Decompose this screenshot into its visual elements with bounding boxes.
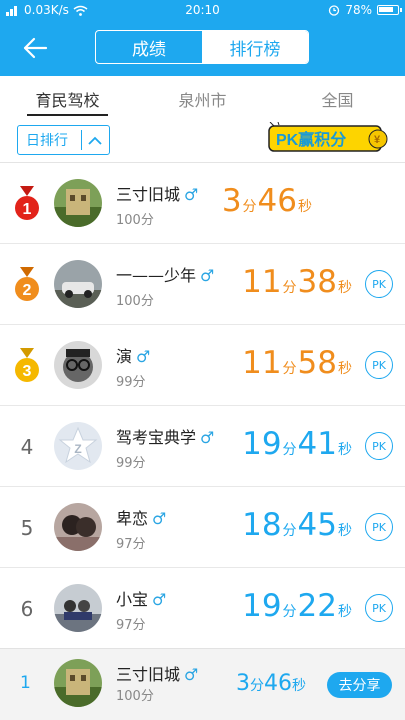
red-medal-icon: 1 (15, 185, 39, 220)
completion-time: 19分22秒 (242, 588, 352, 624)
chevron-up-icon (82, 126, 109, 154)
list-item[interactable]: 1 三寸旧城 ♂ 100分 3分46秒 (0, 163, 405, 244)
rank-number: 2 (23, 282, 32, 299)
list-item[interactable]: 5 卑恋 ♂ 97分 18分45秒 PK (0, 487, 405, 568)
avatar[interactable] (54, 584, 102, 632)
my-ranking-bar: 1 三寸旧城 ♂ 100分 3分46秒 去分享 (0, 648, 405, 720)
my-completion-time: 3分46秒 (236, 671, 306, 696)
list-item[interactable]: 3 演 ♂ 99分 11分58秒 PK (0, 325, 405, 406)
rank-number: 6 (20, 596, 34, 621)
back-arrow-icon[interactable] (22, 36, 48, 60)
male-icon: ♂ (136, 347, 151, 366)
gold-medal-icon: 3 (15, 347, 39, 382)
region-tabs: 育民驾校 泉州市 全国 (0, 76, 405, 120)
list-item[interactable]: 2 一——少年 ♂ 100分 11分38秒 PK (0, 244, 405, 325)
avatar[interactable] (54, 260, 102, 308)
completion-time: 11分58秒 (242, 345, 352, 381)
tab-leaderboard[interactable]: 排行榜 (202, 31, 308, 63)
svg-text:Z: Z (74, 442, 81, 456)
user-score: 97分 (116, 618, 146, 633)
pk-points-banner[interactable]: PK赢积分 ¥ (268, 122, 390, 154)
pk-button[interactable]: PK (365, 270, 393, 298)
male-icon: ♂ (184, 665, 199, 684)
list-item[interactable]: 4 Z 驾考宝典学 ♂ 99分 19分41秒 PK (0, 406, 405, 487)
tab-scores[interactable]: 成绩 (96, 31, 202, 63)
pk-button[interactable]: PK (365, 351, 393, 379)
battery-percent: 78% (345, 3, 372, 17)
avatar[interactable]: Z (54, 422, 102, 470)
user-score: 97分 (116, 537, 146, 552)
avatar[interactable] (54, 659, 102, 707)
user-score: 99分 (116, 456, 146, 471)
completion-time: 19分41秒 (242, 426, 352, 462)
user-score: 100分 (116, 294, 154, 309)
avatar[interactable] (54, 503, 102, 551)
rank-number: 3 (23, 363, 32, 380)
orange-medal-icon: 2 (15, 266, 39, 301)
user-name: 演 (116, 347, 133, 366)
pk-button[interactable]: PK (365, 432, 393, 460)
avatar[interactable] (54, 179, 102, 227)
svg-text:¥: ¥ (374, 134, 381, 146)
user-score: 100分 (116, 213, 154, 228)
male-icon: ♂ (152, 509, 167, 528)
user-score: 99分 (116, 375, 146, 390)
male-icon: ♂ (200, 428, 215, 447)
pk-banner-text: PK赢积分 (276, 130, 346, 149)
tab-school[interactable]: 育民驾校 (0, 76, 135, 120)
status-bar: 0.03K/s 20:10 78% (0, 0, 405, 22)
user-name: 一——少年 (116, 266, 197, 285)
user-name: 三寸旧城 (116, 185, 181, 204)
tab-city[interactable]: 泉州市 (135, 76, 270, 120)
ranking-period-dropdown[interactable]: 日排行 (17, 125, 110, 155)
header-segmented-control: 成绩 排行榜 (95, 30, 309, 64)
user-name: 卑恋 (116, 509, 149, 528)
alarm-icon (329, 5, 340, 16)
leaderboard-list: 1 三寸旧城 ♂ 100分 3分46秒 2 一——少年 ♂ 100分 11分38… (0, 163, 405, 649)
completion-time: 18分45秒 (242, 507, 352, 543)
male-icon: ♂ (152, 590, 167, 609)
rank-number: 5 (20, 515, 34, 540)
header-bar: 0.03K/s 20:10 78% 成绩 排行榜 (0, 0, 405, 76)
user-name: 驾考宝典学 (116, 428, 197, 447)
ranking-period-label: 日排行 (26, 133, 68, 149)
rank-number: 1 (23, 201, 32, 218)
battery-icon (377, 5, 402, 15)
pk-button[interactable]: PK (365, 513, 393, 541)
completion-time: 3分46秒 (221, 183, 312, 219)
completion-time: 11分38秒 (242, 264, 352, 300)
list-item[interactable]: 6 小宝 ♂ 97分 19分22秒 PK (0, 568, 405, 649)
avatar[interactable] (54, 341, 102, 389)
male-icon: ♂ (184, 185, 199, 204)
share-button[interactable]: 去分享 (327, 672, 392, 698)
my-user-name: 三寸旧城 (116, 665, 181, 684)
my-score: 100分 (116, 689, 154, 704)
rank-number: 4 (20, 434, 34, 459)
user-name: 小宝 (116, 590, 149, 609)
pk-button[interactable]: PK (365, 594, 393, 622)
my-rank-number: 1 (20, 673, 31, 693)
tab-national[interactable]: 全国 (270, 76, 405, 120)
male-icon: ♂ (200, 266, 215, 285)
